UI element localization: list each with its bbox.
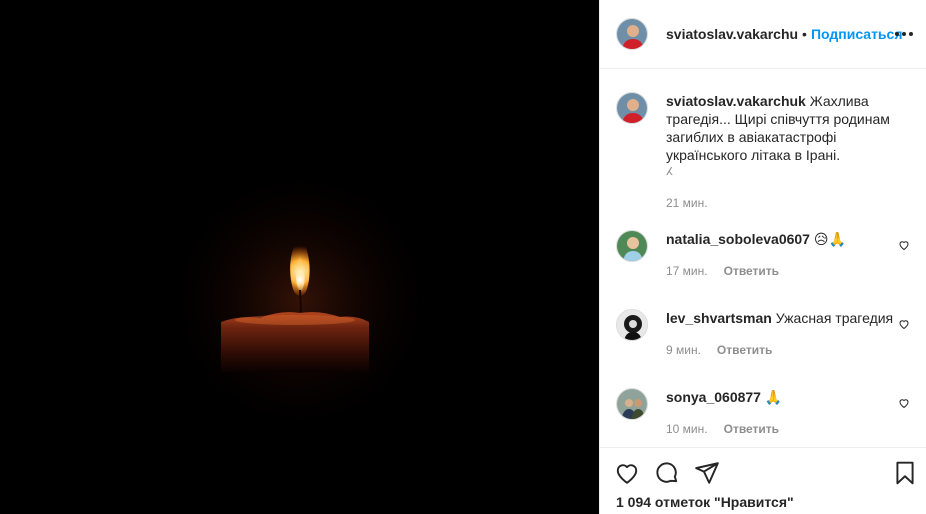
comment-meta: 9 мин. Ответить bbox=[666, 341, 896, 359]
comment-text: 🙏 bbox=[764, 389, 783, 405]
comment-username[interactable]: natalia_soboleva0607 bbox=[666, 231, 810, 247]
post-sidebar: sviatoslav.vakarchu • Подписаться sviato… bbox=[599, 0, 926, 514]
comment-username[interactable]: sonya_060877 bbox=[666, 389, 761, 405]
caption-time[interactable]: 21 мин. bbox=[666, 194, 708, 212]
author-username[interactable]: sviatoslav.vakarchu bbox=[666, 26, 798, 42]
caption-avatar[interactable] bbox=[616, 92, 648, 124]
caption-meta: 21 мин. bbox=[666, 194, 896, 212]
action-icons bbox=[614, 460, 720, 486]
comment-item: sonya_060877 🙏 10 мин. Ответить bbox=[616, 388, 910, 438]
bookmark-icon[interactable] bbox=[892, 460, 918, 486]
comments-list[interactable]: sviatoslav.vakarchuk Жахлива трагедія...… bbox=[600, 69, 926, 447]
comment-icon[interactable] bbox=[654, 460, 680, 486]
comment-time[interactable]: 10 мин. bbox=[666, 420, 708, 438]
like-comment-icon[interactable] bbox=[898, 318, 910, 330]
post-actions: 1 094 отметок "Нравится" bbox=[600, 447, 926, 514]
comment-item: lev_shvartsman Ужасная трагедия 9 мин. О… bbox=[616, 309, 910, 359]
author-avatar[interactable] bbox=[616, 18, 648, 50]
post-header: sviatoslav.vakarchu • Подписаться bbox=[600, 0, 926, 69]
share-icon[interactable] bbox=[694, 460, 720, 486]
comment-meta: 10 мин. Ответить bbox=[666, 420, 896, 438]
caption-username[interactable]: sviatoslav.vakarchuk bbox=[666, 93, 806, 109]
comment-text: Ужасная трагедия bbox=[775, 310, 894, 326]
comment-avatar[interactable] bbox=[616, 230, 648, 262]
comment-body: lev_shvartsman Ужасная трагедия 9 мин. О… bbox=[666, 309, 896, 359]
comment-avatar[interactable] bbox=[616, 388, 648, 420]
heart-icon[interactable] bbox=[614, 460, 640, 486]
comment-body: sonya_060877 🙏 10 мин. Ответить bbox=[666, 388, 896, 438]
comment-text: 😥🙏 bbox=[813, 231, 846, 247]
comment-time[interactable]: 17 мин. bbox=[666, 262, 708, 280]
like-comment-icon[interactable] bbox=[898, 397, 910, 409]
comment-time[interactable]: 9 мин. bbox=[666, 341, 701, 359]
comment-body: natalia_soboleva0607 😥🙏 17 мин. Ответить bbox=[666, 230, 896, 280]
comment-username[interactable]: lev_shvartsman bbox=[666, 310, 772, 326]
reply-button[interactable]: Ответить bbox=[724, 420, 779, 438]
separator-dot: • bbox=[802, 26, 807, 42]
post-image[interactable] bbox=[0, 0, 599, 514]
reply-button[interactable]: Ответить bbox=[724, 262, 779, 280]
comment-meta: 17 мин. Ответить bbox=[666, 262, 896, 280]
comment-avatar[interactable] bbox=[616, 309, 648, 341]
more-options-icon[interactable] bbox=[892, 22, 916, 46]
caption-extra: ⵃ bbox=[666, 166, 673, 178]
reply-button[interactable]: Ответить bbox=[717, 341, 772, 359]
follow-button[interactable]: Подписаться bbox=[811, 26, 903, 42]
comment-item: natalia_soboleva0607 😥🙏 17 мин. Ответить bbox=[616, 230, 910, 280]
like-comment-icon[interactable] bbox=[898, 239, 910, 251]
candle-photo bbox=[0, 0, 599, 514]
instagram-post: sviatoslav.vakarchu • Подписаться sviato… bbox=[0, 0, 926, 514]
caption-body: sviatoslav.vakarchuk Жахлива трагедія...… bbox=[666, 92, 896, 212]
likes-count[interactable]: 1 094 отметок "Нравится" bbox=[616, 494, 794, 510]
caption: sviatoslav.vakarchuk Жахлива трагедія...… bbox=[616, 92, 910, 212]
